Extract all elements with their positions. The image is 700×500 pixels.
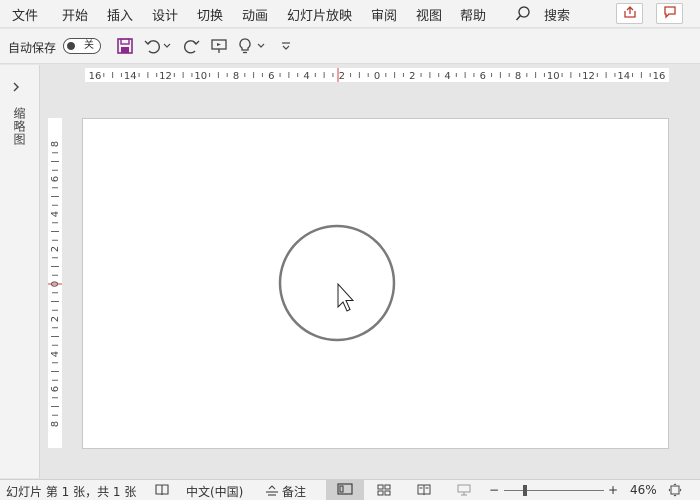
comment-icon <box>663 5 677 23</box>
menu-animations[interactable]: 动画 <box>242 5 268 24</box>
ruler-label: 2 <box>339 71 345 82</box>
menu-home[interactable]: 开始 <box>62 5 88 24</box>
zoom-in-button[interactable]: + <box>608 483 618 497</box>
notes-button[interactable]: 备注 <box>282 483 306 500</box>
undo-dropdown-icon[interactable] <box>162 37 172 55</box>
normal-view-icon <box>337 482 353 498</box>
fit-to-window-icon[interactable] <box>667 483 683 497</box>
reading-view-icon[interactable] <box>416 483 432 497</box>
customize-toolbar-icon[interactable] <box>280 37 292 55</box>
menu-view[interactable]: 视图 <box>416 5 442 24</box>
ruler-label: 8 <box>233 71 239 82</box>
undo-icon[interactable] <box>144 37 162 55</box>
menu-insert[interactable]: 插入 <box>107 5 133 24</box>
search-icon[interactable] <box>515 5 531 23</box>
thumbnails-label: 缩略图 <box>12 107 26 146</box>
present-from-start-icon[interactable] <box>210 37 228 55</box>
ruler-label: 0 <box>374 71 380 82</box>
menu-bar: 文件 开始 插入 设计 切换 动画 幻灯片放映 审阅 视图 帮助 搜索 <box>0 0 700 28</box>
zoom-slider-thumb[interactable] <box>523 485 527 496</box>
ruler-label: 10 <box>547 71 560 82</box>
ruler-label: 16 <box>89 71 102 82</box>
status-bar: 幻灯片 第 1 张，共 1 张 中文(中国) 备注 − + 46% <box>0 479 700 500</box>
ruler-label: 4 <box>303 71 309 82</box>
ruler-label: 6 <box>480 71 486 82</box>
thumbnail-pane: 缩略图 <box>0 65 40 478</box>
toggle-knob <box>67 42 75 50</box>
menu-design[interactable]: 设计 <box>152 5 178 24</box>
notes-icon[interactable] <box>264 483 280 497</box>
zoom-level[interactable]: 46% <box>630 483 657 497</box>
ruler-label: 6 <box>50 386 61 392</box>
ruler-label: 4 <box>50 211 61 217</box>
accessibility-icon[interactable] <box>154 483 170 497</box>
ruler-label: 4 <box>444 71 450 82</box>
ruler-label: 14 <box>124 71 137 82</box>
autosave-label: 自动保存 <box>8 41 57 55</box>
ruler-label: 2 <box>50 246 61 252</box>
ruler-label: 2 <box>50 316 61 322</box>
menu-help[interactable]: 帮助 <box>460 5 486 24</box>
slideshow-view-icon[interactable] <box>456 483 472 497</box>
lightbulb-icon[interactable] <box>236 37 254 55</box>
autosave-toggle[interactable]: 关 <box>63 38 101 54</box>
ruler-label: 6 <box>50 176 61 182</box>
horizontal-ruler: 16 14 12 10 8 6 4 2 0 2 4 6 8 10 12 14 16 <box>85 68 669 82</box>
ruler-label: 10 <box>194 71 207 82</box>
share-button[interactable] <box>616 3 643 24</box>
slide-counter: 幻灯片 第 1 张，共 1 张 <box>6 485 137 499</box>
ruler-label: 2 <box>409 71 415 82</box>
autosave-state: 关 <box>84 40 94 51</box>
menu-file[interactable]: 文件 <box>12 5 38 24</box>
zoom-out-button[interactable]: − <box>489 483 499 497</box>
click-highlight <box>278 224 396 342</box>
zoom-slider-track[interactable] <box>504 490 604 491</box>
share-icon <box>623 5 637 23</box>
save-icon[interactable] <box>116 37 134 55</box>
slide-sorter-icon[interactable] <box>376 483 392 497</box>
comment-button[interactable] <box>656 3 683 24</box>
search-label[interactable]: 搜索 <box>544 5 570 24</box>
click-ring <box>278 224 396 342</box>
ruler-label: 8 <box>50 421 61 427</box>
ruler-label: 6 <box>268 71 274 82</box>
menu-slideshow[interactable]: 幻灯片放映 <box>287 5 352 24</box>
redo-icon[interactable] <box>182 37 200 55</box>
lightbulb-dropdown-icon[interactable] <box>256 37 266 55</box>
ruler-label: 14 <box>617 71 630 82</box>
expand-thumbnails-icon[interactable] <box>11 81 21 96</box>
vertical-ruler: 864202468 <box>48 118 62 448</box>
ruler-label: 12 <box>582 71 595 82</box>
ruler-label: 8 <box>515 71 521 82</box>
quick-access-toolbar: 自动保存 关 <box>0 29 700 64</box>
ruler-label: 8 <box>50 141 61 147</box>
mouse-cursor-icon <box>337 282 355 312</box>
menu-transitions[interactable]: 切换 <box>197 5 223 24</box>
ruler-label: 16 <box>653 71 666 82</box>
ruler-label: 12 <box>159 71 172 82</box>
language-status[interactable]: 中文(中国) <box>186 483 243 500</box>
normal-view-button[interactable] <box>326 480 364 500</box>
ruler-label: 4 <box>50 351 61 357</box>
menu-review[interactable]: 审阅 <box>371 5 397 24</box>
